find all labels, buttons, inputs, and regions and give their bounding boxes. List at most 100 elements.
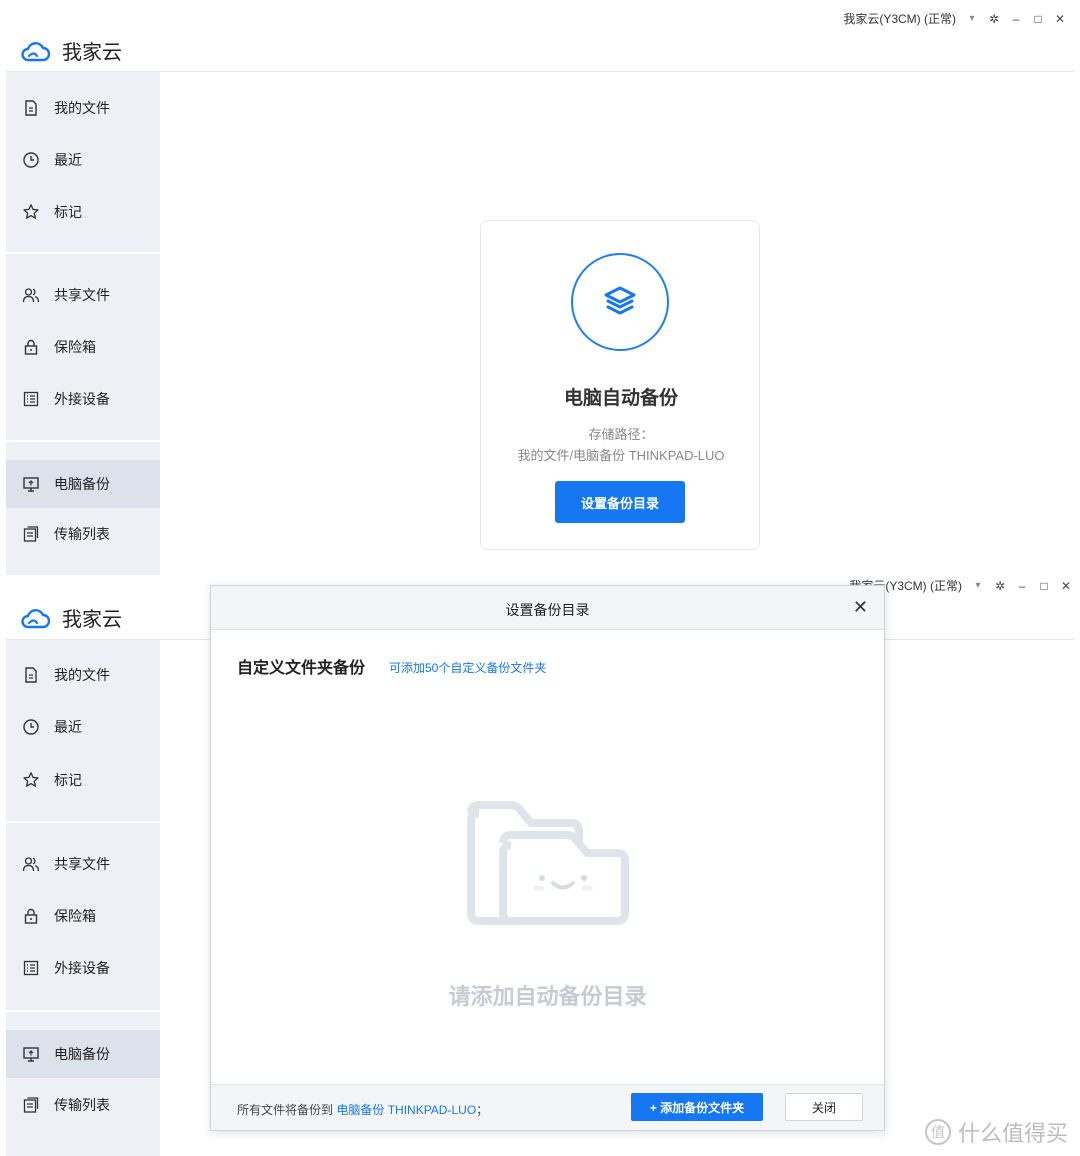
sidebar-item-recent[interactable]: 最近 xyxy=(6,136,160,184)
sidebar-item-label: 电脑备份 xyxy=(54,476,110,492)
footer-destination-link[interactable]: 电脑备份 THINKPAD-LUO xyxy=(336,1103,476,1117)
footer-prefix: 所有文件将备份到 xyxy=(237,1103,334,1117)
star-icon xyxy=(23,204,39,219)
dropdown-icon[interactable]: ▾ xyxy=(972,580,984,592)
sidebar-item-label: 外接设备 xyxy=(54,960,110,976)
sidebar-item-label: 保险箱 xyxy=(54,908,96,924)
section-title: 自定义文件夹备份 xyxy=(237,660,366,677)
close-icon[interactable]: ✕ xyxy=(1060,580,1072,592)
file-icon xyxy=(25,100,37,116)
sidebar-divider xyxy=(6,821,160,823)
header-divider xyxy=(6,71,1074,72)
sidebar-item-label: 外接设备 xyxy=(54,391,110,407)
users-icon xyxy=(22,857,40,872)
sidebar-item-starred[interactable]: 标记 xyxy=(6,756,160,804)
sidebar-item-recent[interactable]: 最近 xyxy=(6,703,160,751)
watermark-text: 什么值得买 xyxy=(957,1121,1068,1146)
sidebar-item-label: 最近 xyxy=(54,719,82,735)
add-backup-folder-button[interactable]: + 添加备份文件夹 xyxy=(631,1093,763,1121)
monitor-icon xyxy=(23,477,39,492)
maximize-icon[interactable]: □ xyxy=(1032,13,1044,25)
minimize-icon[interactable]: – xyxy=(1016,580,1028,592)
sidebar-divider xyxy=(6,1010,160,1012)
sidebar-item-label: 电脑备份 xyxy=(54,1046,110,1062)
sidebar-item-external[interactable]: 外接设备 xyxy=(6,375,160,423)
window-controls: 我家云(Y3CM) (正常) ▾ ✲ – □ ✕ xyxy=(843,10,1066,27)
clock-icon xyxy=(23,152,39,168)
sidebar-item-pc-backup[interactable]: 电脑备份 xyxy=(6,460,160,508)
sidebar-item-label: 标记 xyxy=(54,772,82,788)
sidebar-item-label: 标记 xyxy=(54,204,82,220)
close-button[interactable]: 关闭 xyxy=(785,1093,863,1121)
settings-icon[interactable]: ✲ xyxy=(994,580,1006,592)
sidebar-item-shared[interactable]: 共享文件 xyxy=(6,840,160,888)
cloud-logo-icon xyxy=(21,41,50,61)
account-status[interactable]: 我家云(Y3CM) (正常) xyxy=(843,10,956,27)
section-hint: 可添加50个自定义备份文件夹 xyxy=(389,661,547,675)
sidebar-item-shared[interactable]: 共享文件 xyxy=(6,271,160,319)
sidebar-item-label: 共享文件 xyxy=(54,856,110,872)
watermark: 值 什么值得买 xyxy=(924,1116,1068,1148)
sidebar-item-label: 最近 xyxy=(54,152,82,168)
sidebar-divider xyxy=(6,440,160,442)
users-icon xyxy=(22,288,40,303)
sidebar-item-external[interactable]: 外接设备 xyxy=(6,944,160,992)
minimize-icon[interactable]: – xyxy=(1010,13,1022,25)
empty-folder-icon xyxy=(467,801,629,925)
footer-suffix: ； xyxy=(476,1103,489,1117)
layers-icon xyxy=(604,286,636,315)
backup-page-screenshot: 我家云(Y3CM) (正常) ▾ ✲ – □ ✕ 我家云 我的文件 最近 标记 … xyxy=(0,0,1080,575)
device-list-icon xyxy=(23,960,39,976)
app-logo: 我家云 xyxy=(20,603,122,632)
sidebar-item-starred[interactable]: 标记 xyxy=(6,188,160,236)
sidebar-divider xyxy=(6,252,160,254)
monitor-icon xyxy=(23,1047,39,1062)
clock-icon xyxy=(23,719,39,735)
backup-icon-circle xyxy=(571,253,669,351)
transfer-list-icon xyxy=(23,1097,39,1113)
sidebar: 我的文件 最近 标记 共享文件 保险箱 外接设备 电脑备份 传输列表 xyxy=(6,640,160,1156)
sidebar-item-my-files[interactable]: 我的文件 xyxy=(6,84,160,132)
app-name: 我家云 xyxy=(62,609,122,631)
transfer-list-icon xyxy=(23,526,39,542)
watermark-logo-icon: 值 xyxy=(924,1119,951,1145)
sidebar-item-label: 传输列表 xyxy=(54,1097,110,1113)
sidebar-item-label: 我的文件 xyxy=(54,667,110,683)
app-logo: 我家云 xyxy=(20,36,122,65)
sidebar-item-label: 保险箱 xyxy=(54,339,96,355)
dialog-close-icon[interactable]: ✕ xyxy=(853,598,868,616)
star-icon xyxy=(23,772,39,787)
sidebar: 我的文件 最近 标记 共享文件 保险箱 外接设备 电脑备份 传输列表 xyxy=(6,72,160,575)
sidebar-item-transfers[interactable]: 传输列表 xyxy=(6,1081,160,1129)
device-list-icon xyxy=(23,391,39,407)
storage-path-value: 我的文件/电脑备份 THINKPAD-LUO xyxy=(517,448,725,463)
sidebar-item-label: 传输列表 xyxy=(54,526,110,542)
sidebar-item-my-files[interactable]: 我的文件 xyxy=(6,651,160,699)
sidebar-item-transfers[interactable]: 传输列表 xyxy=(6,510,160,558)
sidebar-item-safe[interactable]: 保险箱 xyxy=(6,323,160,371)
cloud-logo-icon xyxy=(21,608,50,628)
maximize-icon[interactable]: □ xyxy=(1038,580,1050,592)
dialog-header: 设置备份目录 ✕ xyxy=(211,586,884,630)
sidebar-item-safe[interactable]: 保险箱 xyxy=(6,892,160,940)
dropdown-icon[interactable]: ▾ xyxy=(966,13,978,25)
app-name: 我家云 xyxy=(62,42,122,64)
backup-title: 电脑自动备份 xyxy=(563,388,678,409)
lock-icon xyxy=(24,339,38,355)
empty-state-text: 请添加自动备份目录 xyxy=(448,984,647,1009)
backup-card: 电脑自动备份 存储路径： 我的文件/电脑备份 THINKPAD-LUO 设置备份… xyxy=(480,220,760,550)
dialog-footer: 所有文件将备份到 电脑备份 THINKPAD-LUO； + 添加备份文件夹 关闭 xyxy=(211,1084,884,1130)
backup-dir-dialog: 设置备份目录 ✕ 自定义文件夹备份 可添加50个自定义备份文件夹 请添加自动备份… xyxy=(210,585,885,1131)
backup-dialog-screenshot: 我家云(Y3CM) (正常) ▾ ✲ – □ ✕ 我家云 我的文件 最近 标记 … xyxy=(0,575,1080,1156)
sidebar-item-label: 我的文件 xyxy=(54,100,110,116)
sidebar-item-label: 共享文件 xyxy=(54,287,110,303)
sidebar-item-pc-backup[interactable]: 电脑备份 xyxy=(6,1030,160,1078)
set-backup-dir-button[interactable]: 设置备份目录 xyxy=(555,481,685,523)
close-icon[interactable]: ✕ xyxy=(1054,13,1066,25)
svg-text:值: 值 xyxy=(931,1125,945,1141)
settings-icon[interactable]: ✲ xyxy=(988,13,1000,25)
storage-path-label: 存储路径： xyxy=(588,427,654,442)
file-icon xyxy=(25,667,37,683)
dialog-title: 设置备份目录 xyxy=(505,602,590,618)
lock-icon xyxy=(24,908,38,924)
